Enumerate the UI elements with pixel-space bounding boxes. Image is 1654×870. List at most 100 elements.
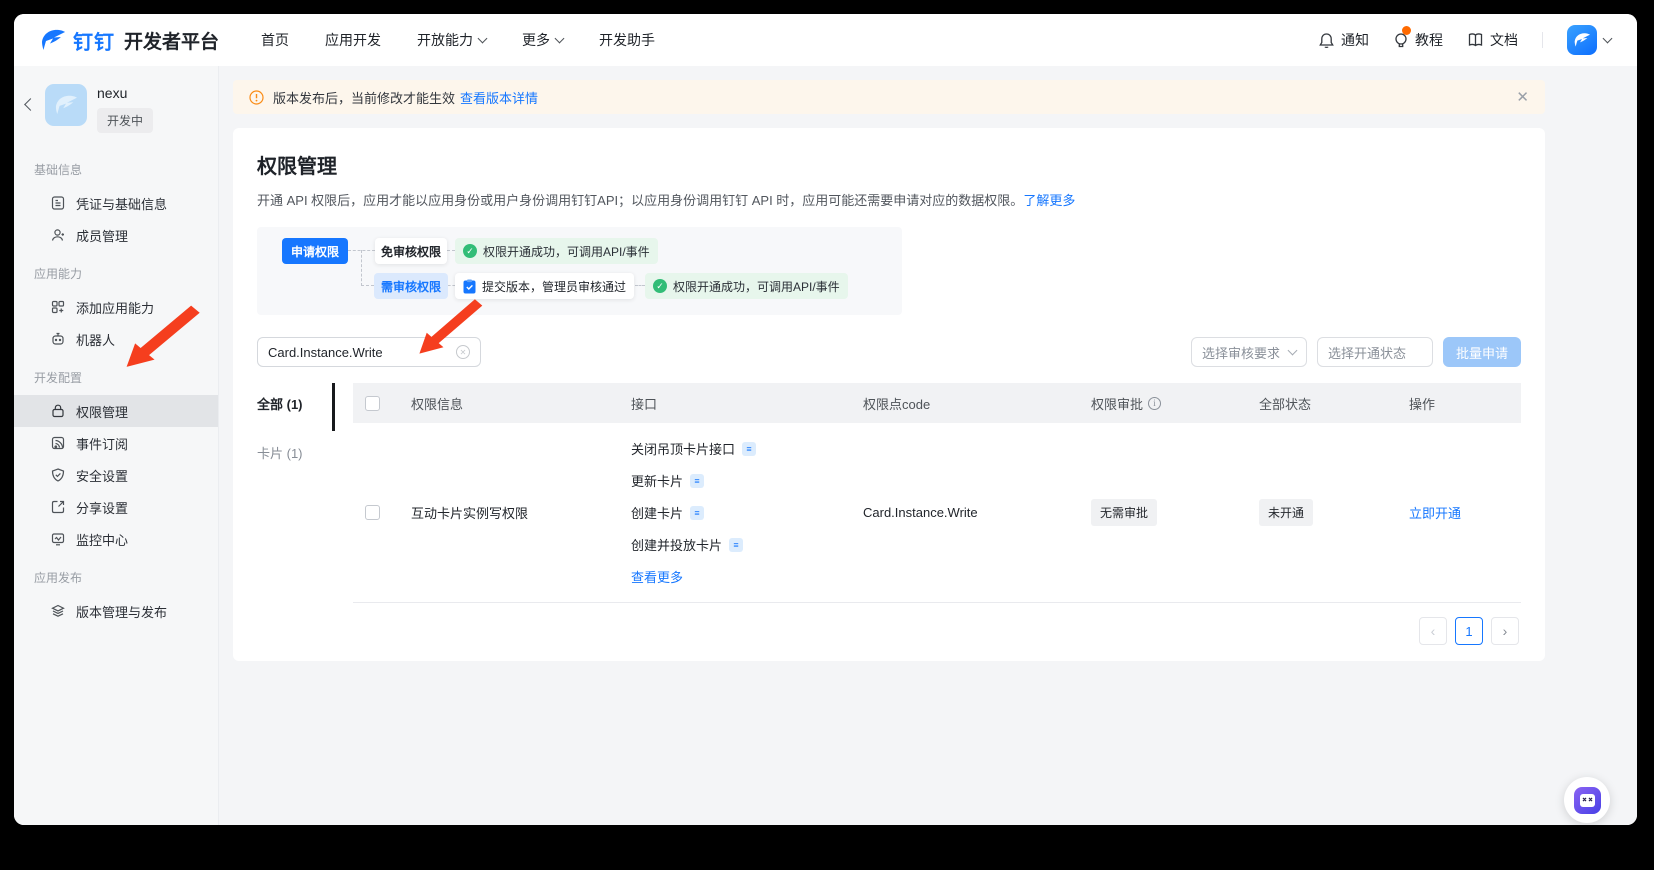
status-badge: 未开通 [1259,499,1314,526]
table-row: 互动卡片实例写权限 关闭吊顶卡片接口 ≡ 更新卡片 ≡ 创建卡片 ≡ 创建并投放… [353,423,1521,603]
pagination: ‹ 1 › [353,603,1521,661]
nav-item-open-capability[interactable]: 开放能力 [417,30,488,50]
review-requirement-select[interactable]: 选择审核要求 [1191,337,1307,367]
permission-name: 互动卡片实例写权限 [411,506,529,521]
batch-apply-button[interactable]: 批量申请 [1443,337,1521,367]
check-circle-icon: ✓ [653,279,667,293]
docs-button[interactable]: 文档 [1467,30,1518,50]
sidebar-item-robot[interactable]: 机器人 [14,323,218,355]
clear-icon[interactable]: ✕ [456,345,470,359]
back-chevron-icon[interactable] [24,98,37,111]
api-list: 关闭吊顶卡片接口 ≡ 更新卡片 ≡ 创建卡片 ≡ 创建并投放卡片 ≡ 查看更多 [631,439,757,586]
sidebar-item-members[interactable]: 成员管理 [14,219,218,251]
sidebar-item-permissions[interactable]: 权限管理 [14,395,218,427]
app-icon [45,84,87,126]
check-circle-icon: ✓ [463,244,477,258]
open-now-link[interactable]: 立即开通 [1409,503,1461,522]
tab-card[interactable]: 卡片 (1) [257,443,353,462]
api-item: 创建卡片 ≡ [631,503,756,522]
sidebar-item-add-capability[interactable]: 添加应用能力 [14,291,218,323]
api-doc-icon[interactable]: ≡ [690,505,705,520]
sidebar-group-basic-info: 基础信息 [34,163,83,177]
header-info: 权限信息 [411,396,464,412]
flow-submit-node: 提交版本，管理员审核通过 [455,273,635,299]
chevron-down-icon [1287,345,1298,355]
permission-search-input[interactable]: Card.Instance.Write ✕ [257,337,481,367]
row-checkbox[interactable] [365,505,380,520]
main-content: 版本发布后，当前修改才能生效 查看版本详情 ✕ 权限管理 开通 API 权限后，… [219,66,1637,825]
sidebar-item-security[interactable]: 安全设置 [14,459,218,491]
account-menu[interactable] [1567,25,1613,55]
filter-toolbar: Card.Instance.Write ✕ 选择审核要求 选择开通状态 批量申请 [257,337,1521,367]
review-badge: 无需审批 [1091,499,1158,526]
api-item: 关闭吊顶卡片接口 ≡ [631,439,757,458]
app-status-badge: 开发中 [97,108,154,133]
sidebar-item-share[interactable]: 分享设置 [14,491,218,523]
api-doc-icon[interactable]: ≡ [729,537,744,552]
permissions-table: 权限信息 接口 权限点code 权限审批 i 全部状态 操作 互动卡片实例写权限… [353,383,1521,661]
sidebar-item-credentials[interactable]: 凭证与基础信息 [14,187,218,219]
api-doc-icon[interactable]: ≡ [742,441,757,456]
sidebar-item-monitor[interactable]: 监控中心 [14,523,218,555]
divider [1542,32,1543,48]
header-action: 操作 [1409,396,1436,412]
api-item: 创建并投放卡片 ≡ [631,535,756,554]
info-icon[interactable]: i [1148,396,1162,410]
flow-success-node-2: ✓ 权限开通成功，可调用API/事件 [645,273,848,299]
view-more-link[interactable]: 查看更多 [631,567,756,586]
sidebar: nexu 开发中 基础信息 凭证与基础信息 成员管理 应用能力 添加应用能力 机… [14,66,219,825]
flow-no-review-node: 免审核权限 [375,238,447,264]
next-page-button[interactable]: › [1491,617,1519,645]
brand-logo[interactable]: 钉钉 开发者平台 [40,26,219,55]
avatar [1567,25,1597,55]
flow-connector [635,285,645,286]
brand-cn-text: 钉钉 [73,31,115,54]
nav-item-dev-assistant[interactable]: 开发助手 [599,30,655,50]
prev-page-button[interactable]: ‹ [1419,617,1447,645]
sidebar-item-version-release[interactable]: 版本管理与发布 [14,595,218,627]
view-version-link[interactable]: 查看版本详情 [460,88,538,107]
assistant-bot-icon [1573,786,1601,814]
header-code: 权限点code [863,396,931,412]
nav-item-more[interactable]: 更多 [522,30,565,50]
flow-connector [361,285,374,286]
current-page-button[interactable]: 1 [1455,617,1483,645]
app-header: nexu 开发中 [14,76,218,147]
flow-connector [448,285,455,286]
assistant-fab-button[interactable] [1564,777,1610,823]
chevron-down-icon [554,33,565,43]
notifications-button[interactable]: 通知 [1318,30,1369,50]
robot-icon [50,331,66,347]
search-value: Card.Instance.Write [268,344,383,360]
layers-icon [50,603,66,619]
dingtalk-bird-icon [40,28,66,52]
chevron-down-icon [477,33,488,43]
close-icon[interactable]: ✕ [1516,90,1529,105]
page-description: 开通 API 权限后，应用才能以应用身份或用户身份调用钉钉API；以应用身份调用… [257,193,1076,208]
credential-icon [50,195,66,211]
book-icon [1467,32,1484,48]
learn-more-link[interactable]: 了解更多 [1023,193,1075,208]
chevron-down-icon [1602,33,1613,43]
tutorial-button[interactable]: 教程 [1393,26,1443,50]
tab-all[interactable]: 全部 (1) [257,394,353,413]
select-all-checkbox[interactable] [365,395,380,411]
banner-text: 版本发布后，当前修改才能生效 [273,90,456,106]
flow-apply-node: 申请权限 [282,238,348,264]
sidebar-group-dev-config: 开发配置 [34,371,83,385]
nav-item-home[interactable]: 首页 [261,30,289,50]
version-notice-banner: 版本发布后，当前修改才能生效 查看版本详情 ✕ [233,80,1545,114]
nav-item-app-dev[interactable]: 应用开发 [325,30,381,50]
page-title: 权限管理 [257,156,337,178]
lock-icon [50,403,66,419]
bell-icon [1318,32,1335,49]
api-doc-icon[interactable]: ≡ [690,473,705,488]
open-status-select[interactable]: 选择开通状态 [1317,337,1433,367]
table-header: 权限信息 接口 权限点code 权限审批 i 全部状态 操作 [353,383,1521,423]
rss-icon [50,435,66,451]
sidebar-group-release: 应用发布 [34,571,83,585]
header-status: 全部状态 [1259,396,1312,412]
warning-info-icon [249,89,264,105]
sidebar-item-event-subscription[interactable]: 事件订阅 [14,427,218,459]
top-nav-menu: 首页 应用开发 开放能力 更多 开发助手 [261,30,655,50]
